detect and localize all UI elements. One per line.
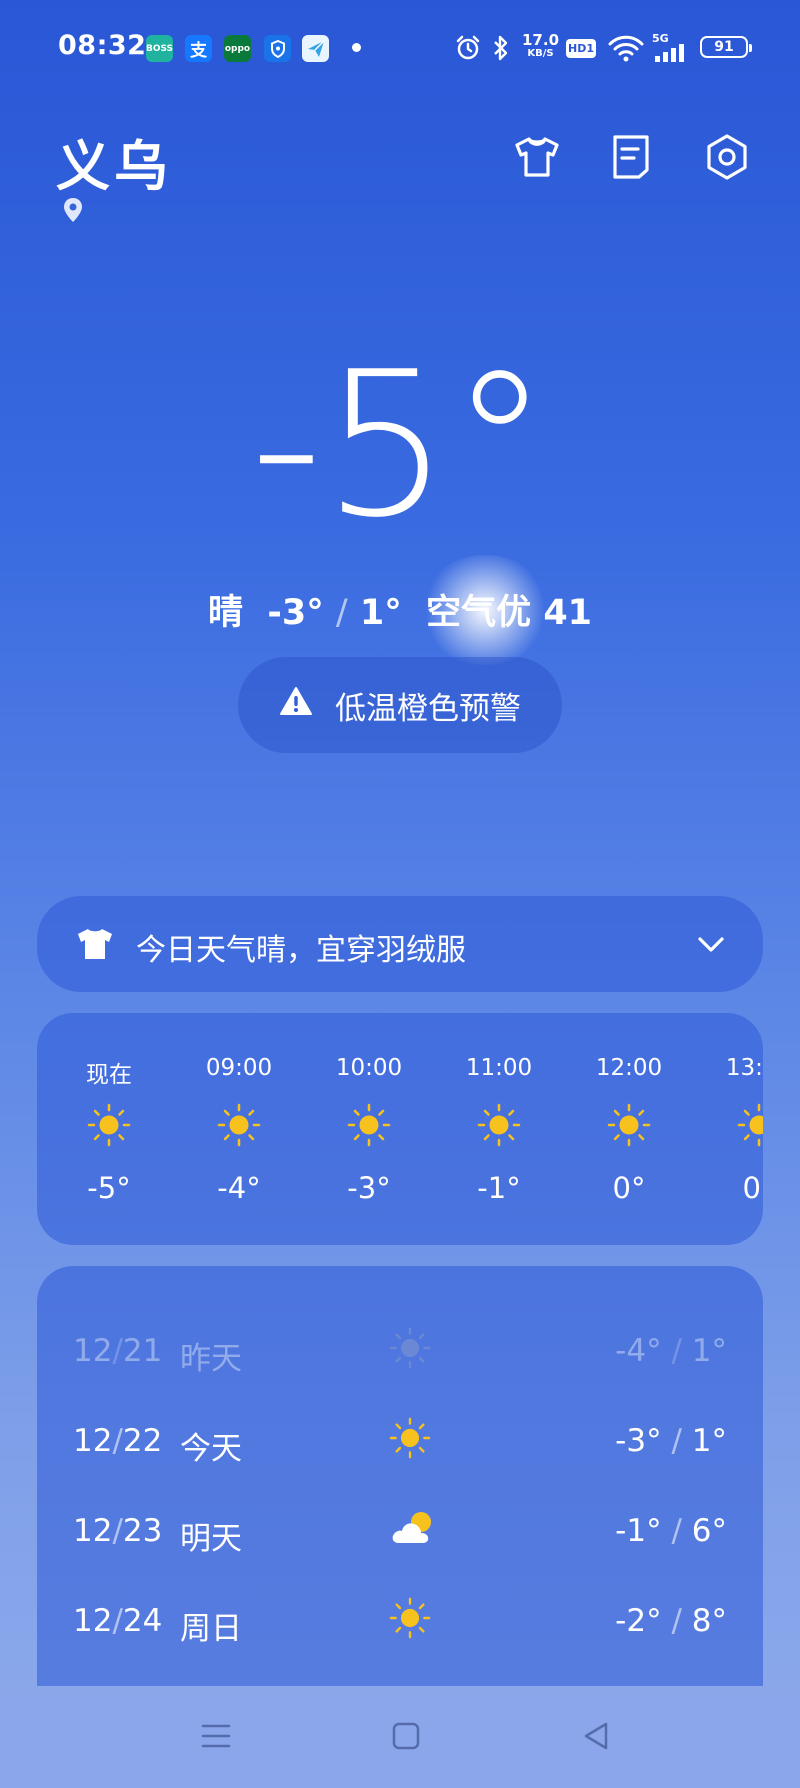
sun-icon [389, 1597, 431, 1647]
high-temp: 1° [359, 593, 402, 633]
hourly-forecast[interactable]: 现在 -5° 09:00 -4° 10:00 -3° 11:00 -1° 12:… [37, 1013, 763, 1245]
signal-icon [655, 44, 691, 66]
daily-range: -2° / 8° [615, 1603, 727, 1639]
oppo-icon: oppo [224, 35, 251, 62]
air-quality[interactable]: 空气优 41 [426, 593, 592, 633]
menu-icon[interactable] [200, 1720, 232, 1756]
weather-summary: 晴 -3° / 1° 空气优 41 [0, 584, 800, 635]
temp-separator: / [335, 593, 348, 633]
daily-label: 昨天 [180, 1341, 242, 1377]
daily-date: 12/22 [73, 1423, 163, 1459]
daily-row-sunday[interactable]: 12/24 周日 -2° / 8° [37, 1573, 763, 1663]
alipay-icon: 支 [185, 35, 212, 62]
daily-range: -1° / 6° [615, 1513, 727, 1549]
hd-voice-badge: HD1 [566, 39, 596, 58]
battery-indicator: 91 [700, 36, 752, 58]
home-icon[interactable] [390, 1720, 422, 1756]
daily-row-yesterday[interactable]: 12/21 昨天 -4° / 1° [37, 1303, 763, 1393]
daily-label: 今天 [180, 1431, 242, 1467]
sun-icon [347, 1103, 391, 1151]
settings-icon[interactable] [702, 132, 752, 182]
tshirt-icon[interactable] [512, 132, 562, 182]
daily-date: 12/24 [73, 1603, 163, 1639]
document-icon[interactable] [606, 132, 656, 182]
sun-icon [389, 1417, 431, 1467]
daily-row-today[interactable]: 12/22 今天 -3° / 1° [37, 1393, 763, 1483]
chevron-down-icon[interactable] [696, 934, 726, 960]
alert-label: 低温橙色预警 [335, 690, 521, 727]
current-temperature: -5° [250, 329, 550, 562]
paper-plane-app-icon [302, 35, 329, 62]
wifi-icon [608, 34, 644, 66]
daily-forecast[interactable]: 12/21 昨天 -4° / 1° 12/22 今天 -3° / 1° 12/2… [37, 1266, 763, 1686]
back-icon[interactable] [580, 1720, 612, 1756]
daily-range: -3° / 1° [615, 1423, 727, 1459]
status-bar: 08:32 BOSS 支 oppo 17.0 KB/S HD1 5G 91 [0, 0, 800, 96]
partly-cloudy-icon [389, 1507, 437, 1557]
status-time: 08:32 [58, 30, 147, 61]
weather-alert-button[interactable]: 低温橙色预警 [238, 657, 562, 753]
sun-icon [389, 1327, 431, 1377]
tshirt-icon [76, 927, 114, 965]
condition-text: 晴 [207, 593, 243, 633]
network-speed: 17.0 KB/S [522, 31, 560, 60]
sun-icon [477, 1103, 521, 1151]
sun-icon [87, 1103, 131, 1151]
notification-dot [352, 43, 361, 52]
daily-label: 明天 [180, 1521, 242, 1557]
daily-label: 周日 [180, 1611, 242, 1647]
low-temp: -3° [267, 593, 324, 633]
city-name[interactable]: 义乌 [56, 122, 172, 201]
sun-icon [217, 1103, 261, 1151]
daily-row-tomorrow[interactable]: 12/23 明天 -1° / 6° [37, 1483, 763, 1573]
daily-range: -4° / 1° [615, 1333, 727, 1369]
bluetooth-icon [492, 34, 510, 66]
daily-date: 12/23 [73, 1513, 163, 1549]
daily-date: 12/21 [73, 1333, 163, 1369]
boss-zhipin-icon: BOSS [146, 35, 173, 62]
warning-icon [279, 686, 313, 724]
location-pin-icon [62, 197, 84, 227]
alarm-icon [454, 34, 482, 66]
sun-icon [737, 1103, 763, 1151]
clothing-advice-text: 今日天气晴，宜穿羽绒服 [136, 933, 466, 968]
sun-icon [607, 1103, 651, 1151]
shield-app-icon [264, 35, 291, 62]
